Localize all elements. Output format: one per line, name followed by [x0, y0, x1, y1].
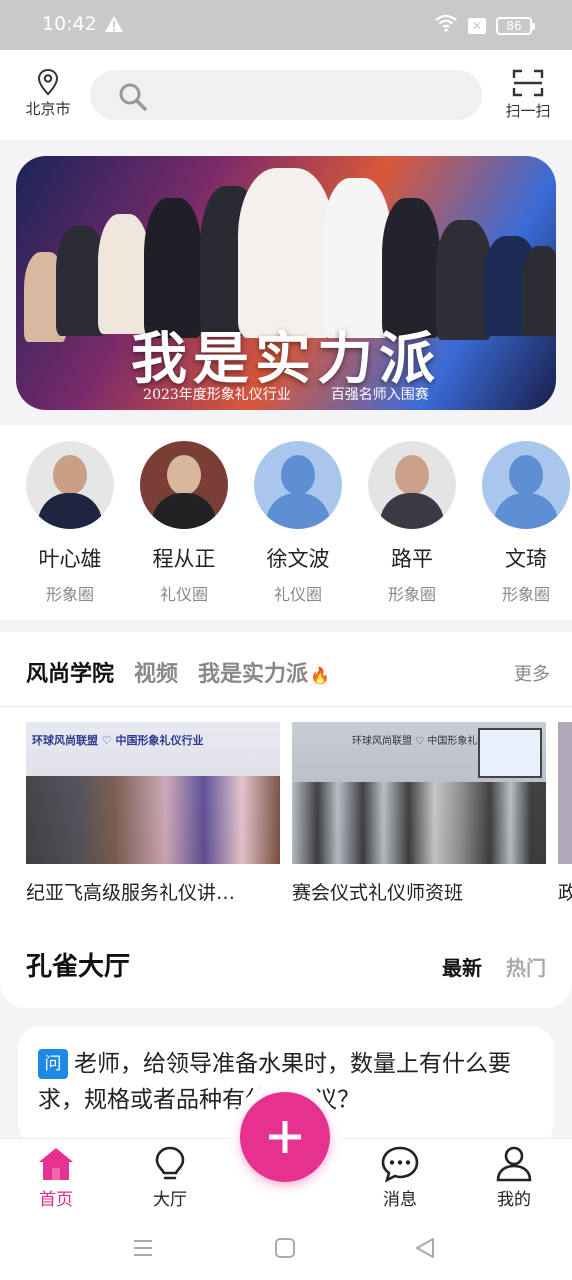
nav-messages-label: 消息 — [383, 1190, 417, 1210]
experts-row: 叶心雄 形象圈 程从正 礼仪圈 徐文波 礼仪圈 路平 形象圈 文琦 形象圈 — [0, 425, 572, 620]
tab-hot[interactable]: 热门 — [506, 952, 546, 981]
expert-tag: 形象圈 — [501, 585, 550, 604]
default-avatar-icon — [254, 441, 342, 529]
video-card[interactable]: 政 — [558, 722, 572, 905]
location-button[interactable]: 北京市 — [18, 68, 78, 119]
video-card[interactable]: 环球风尚联盟 ♡ 中国形象礼仪行业 纪亚飞高级服务礼仪讲… — [26, 722, 280, 905]
video-caption: 政 — [558, 878, 572, 905]
expert-tag: 礼仪圈 — [159, 585, 208, 604]
expert-card[interactable]: 程从正 礼仪圈 — [138, 441, 230, 605]
nav-mine[interactable]: 我的 — [474, 1145, 554, 1210]
avatar — [140, 441, 228, 529]
nav-home-label: 首页 — [39, 1190, 73, 1210]
expert-name: 程从正 — [152, 547, 216, 571]
status-time: 10:42 — [42, 13, 97, 35]
expert-tag: 礼仪圈 — [273, 585, 322, 604]
menu-icon[interactable] — [132, 1236, 154, 1260]
expert-card[interactable]: 路平 形象圈 — [366, 441, 458, 605]
tab-strength-label: 我是实力派 — [198, 662, 309, 687]
search-icon — [119, 83, 147, 111]
nav-hall[interactable]: 大厅 — [130, 1145, 210, 1210]
home-square-icon[interactable] — [274, 1236, 296, 1260]
user-icon — [496, 1146, 532, 1182]
banner-person — [238, 168, 334, 338]
system-nav-bar — [0, 1222, 572, 1280]
thumb-banner-text: 环球风尚联盟 ♡ 中国形象礼仪行业 — [32, 734, 204, 747]
more-link[interactable]: 更多 — [514, 660, 550, 686]
search-input[interactable] — [90, 70, 482, 120]
scan-icon — [512, 69, 544, 97]
plus-icon — [269, 1121, 301, 1153]
video-thumbnail — [558, 722, 572, 864]
nav-mine-label: 我的 — [497, 1190, 531, 1210]
academy-tabs: 风尚学院 视频 我是实力派 🔥 — [26, 656, 330, 688]
video-card[interactable]: 环球风尚联盟 ♡ 中国形象礼仪行业 赛会仪式礼仪师资班 — [292, 722, 546, 905]
thumb-banner-text: 环球风尚联盟 ♡ 中国形象礼仪行业 — [352, 736, 492, 747]
chat-bubble-icon — [381, 1146, 419, 1183]
default-avatar-icon — [482, 441, 570, 529]
expert-name: 文琦 — [505, 547, 547, 571]
banner-title: 我是实力派 — [131, 326, 441, 392]
location-pin-icon — [37, 68, 59, 96]
video-caption: 赛会仪式礼仪师资班 — [292, 882, 464, 904]
location-label: 北京市 — [25, 100, 71, 118]
question-badge: 问 — [38, 1049, 68, 1079]
tab-video[interactable]: 视频 — [134, 656, 178, 688]
avatar — [368, 441, 456, 529]
banner-section: 我是实力派 2023年度形象礼仪行业 百强名师入围赛 — [0, 140, 572, 425]
divider — [0, 706, 572, 707]
back-icon[interactable] — [414, 1236, 436, 1260]
wifi-icon — [434, 14, 458, 37]
expert-tag: 形象圈 — [387, 585, 436, 604]
home-icon — [39, 1148, 73, 1180]
nav-messages[interactable]: 消息 — [360, 1145, 440, 1210]
banner-subtitle: 2023年度形象礼仪行业 百强名师入围赛 — [16, 384, 556, 404]
nav-hall-label: 大厅 — [153, 1190, 187, 1210]
video-thumbnail: 环球风尚联盟 ♡ 中国形象礼仪行业 — [26, 722, 280, 864]
tab-latest[interactable]: 最新 — [442, 952, 482, 981]
scan-button[interactable]: 扫一扫 — [498, 68, 558, 121]
hall-title: 孔雀大厅 — [26, 952, 131, 982]
battery-icon: 86 — [496, 16, 535, 35]
warning-icon — [104, 15, 124, 38]
hall-tabs: 最新 热门 — [442, 952, 546, 981]
video-thumbnail: 环球风尚联盟 ♡ 中国形象礼仪行业 — [292, 722, 546, 864]
expert-name: 叶心雄 — [38, 547, 102, 571]
create-post-button[interactable] — [240, 1092, 330, 1182]
video-caption: 纪亚飞高级服务礼仪讲… — [26, 882, 236, 904]
lightbulb-icon — [155, 1146, 185, 1180]
academy-section: 风尚学院 视频 我是实力派 🔥 更多 环球风尚联盟 ♡ 中国形象礼仪行业 纪亚飞高… — [0, 632, 572, 1008]
banner-subtitle-left: 2023年度形象礼仪行业 — [143, 387, 291, 403]
expert-name: 路平 — [391, 547, 433, 571]
no-sim-icon: ✕ — [468, 17, 486, 34]
expert-card[interactable]: 文琦 形象圈 — [480, 441, 572, 605]
expert-card[interactable]: 叶心雄 形象圈 — [24, 441, 116, 605]
avatar — [26, 441, 114, 529]
fire-icon: 🔥 — [310, 666, 330, 685]
nav-home[interactable]: 首页 — [16, 1145, 96, 1210]
expert-name: 徐文波 — [266, 547, 330, 571]
status-bar: 10:42 ✕ 86 — [0, 0, 572, 50]
tab-strength[interactable]: 我是实力派 🔥 — [198, 656, 330, 688]
expert-card[interactable]: 徐文波 礼仪圈 — [252, 441, 344, 605]
banner-subtitle-right: 百强名师入围赛 — [330, 387, 429, 403]
top-bar: 北京市 扫一扫 — [0, 50, 572, 140]
tab-academy[interactable]: 风尚学院 — [26, 656, 114, 688]
promo-banner[interactable]: 我是实力派 2023年度形象礼仪行业 百强名师入围赛 — [16, 156, 556, 410]
expert-tag: 形象圈 — [45, 585, 94, 604]
scan-label: 扫一扫 — [505, 102, 551, 120]
